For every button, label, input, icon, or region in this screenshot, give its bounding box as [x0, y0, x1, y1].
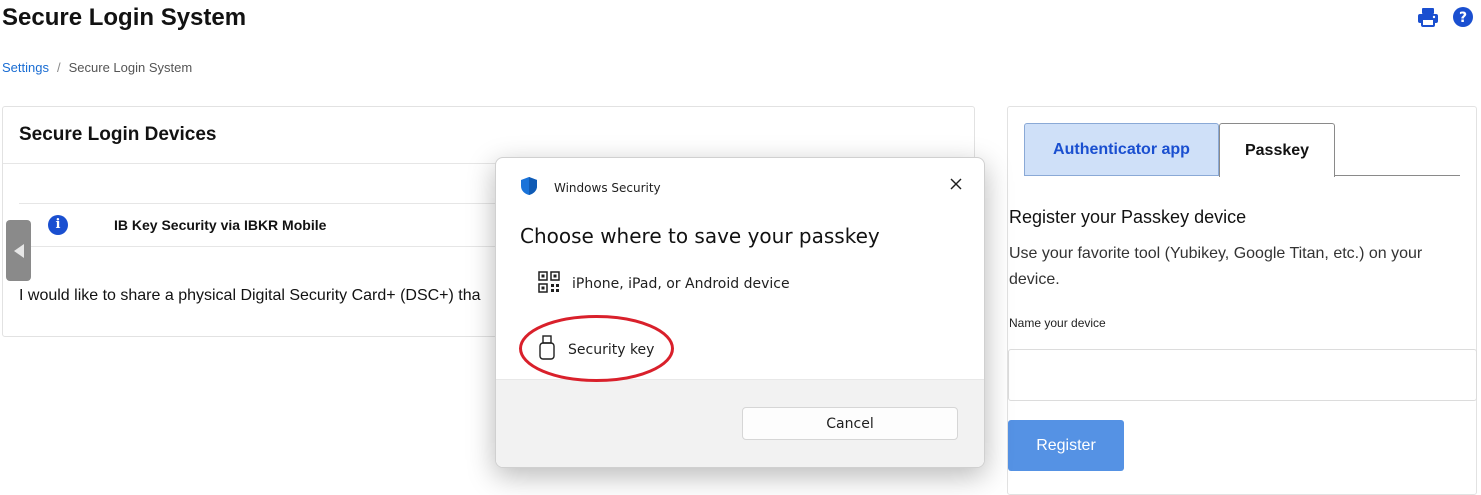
breadcrumb-separator: /: [56, 60, 61, 75]
page-title: Secure Login System: [2, 4, 247, 31]
register-description: Use your favorite tool (Yubikey, Google …: [1009, 245, 1423, 288]
svg-text:?: ?: [1459, 10, 1467, 26]
device-name-label: Name your device: [1009, 316, 1106, 330]
device-name-input[interactable]: [1008, 349, 1477, 401]
dialog-footer: Cancel: [496, 379, 984, 467]
cancel-button[interactable]: Cancel: [742, 407, 958, 440]
dialog-app-name: Windows Security: [554, 181, 661, 195]
dialog-heading: Choose where to save your passkey: [520, 224, 880, 248]
qr-code-icon: [538, 271, 560, 297]
tab-authenticator-app[interactable]: Authenticator app: [1024, 123, 1219, 176]
panel-title: Secure Login Devices: [19, 124, 217, 145]
info-icon[interactable]: i: [48, 215, 68, 235]
help-icon[interactable]: ?: [1453, 7, 1473, 27]
tab-underline: [1334, 175, 1460, 176]
breadcrumb-current: Secure Login System: [68, 60, 193, 75]
share-dsc-text: I would like to share a physical Digital…: [19, 287, 481, 304]
triangle-left-icon: [13, 243, 24, 258]
collapse-sidebar-handle[interactable]: [6, 220, 31, 281]
register-button[interactable]: Register: [1008, 420, 1124, 471]
option-label: iPhone, iPad, or Android device: [572, 276, 790, 292]
breadcrumb: Settings / Secure Login System: [2, 60, 192, 75]
breadcrumb-settings-link[interactable]: Settings: [2, 60, 49, 75]
close-icon[interactable]: [948, 176, 964, 192]
register-passkey-panel: Authenticator app Passkey Register your …: [1007, 106, 1477, 495]
windows-security-dialog: Windows Security Choose where to save yo…: [495, 157, 985, 468]
option-security-key[interactable]: Security key: [538, 335, 654, 365]
device-name: IB Key Security via IBKR Mobile: [114, 217, 327, 233]
shield-icon: [520, 176, 538, 200]
dialog-header: Windows Security: [520, 176, 661, 200]
option-phone-device[interactable]: iPhone, iPad, or Android device: [538, 271, 790, 297]
register-title: Register your Passkey device: [1009, 207, 1247, 227]
header-actions: ?: [1417, 7, 1473, 27]
usb-key-icon: [538, 335, 556, 365]
tab-passkey[interactable]: Passkey: [1219, 123, 1335, 177]
print-icon[interactable]: [1417, 7, 1439, 27]
option-label: Security key: [568, 342, 655, 358]
